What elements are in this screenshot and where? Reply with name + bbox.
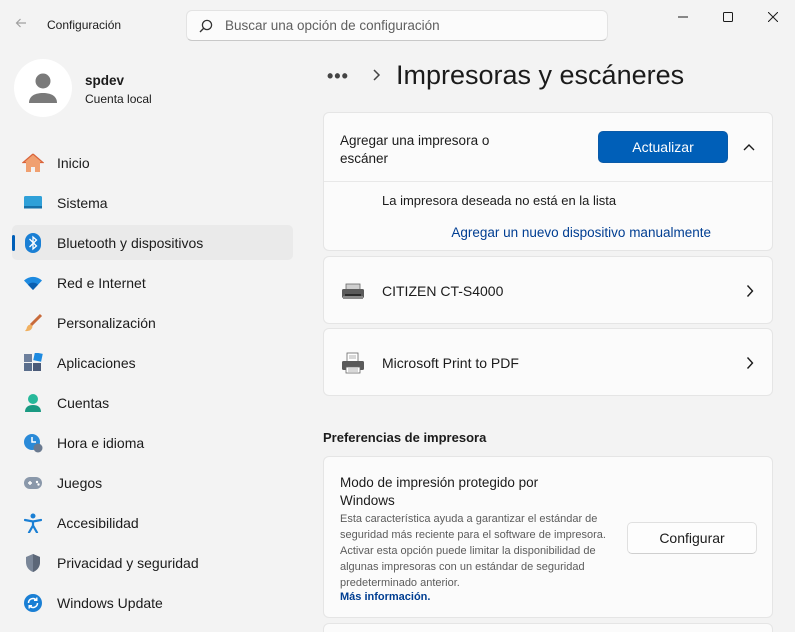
chevron-up-icon (743, 144, 755, 151)
search-icon (199, 19, 213, 32)
close-button[interactable] (750, 6, 795, 28)
sidebar-item-label: Red e Internet (57, 274, 146, 291)
sidebar-item-privacidad[interactable]: Privacidad y seguridad (12, 545, 293, 580)
not-listed-text: La impresora deseada no está en la lista (382, 193, 617, 208)
sidebar-item-accesibilidad[interactable]: Accesibilidad (12, 505, 293, 540)
sidebar-item-label: Aplicaciones (57, 354, 136, 371)
printer-row-pdf[interactable]: Microsoft Print to PDF (323, 328, 773, 396)
sidebar-item-aplicaciones[interactable]: Aplicaciones (12, 345, 293, 380)
back-button[interactable] (8, 10, 34, 36)
add-printer-card: Agregar una impresora o escáner Actualiz… (323, 112, 773, 251)
sidebar-item-label: Sistema (57, 194, 108, 211)
sidebar-item-label: Personalización (57, 314, 156, 331)
add-printer-title: Agregar una impresora o escáner (340, 133, 490, 166)
search-input[interactable]: Buscar una opción de configuración (225, 18, 440, 33)
app-title: Configuración (47, 18, 122, 32)
sidebar-item-label: Juegos (57, 474, 103, 491)
gamepad-icon (22, 472, 44, 494)
printer-name: CITIZEN CT-S4000 (382, 283, 504, 299)
divider (324, 181, 772, 182)
printer-row-citizen[interactable]: CITIZEN CT-S4000 (323, 256, 773, 324)
sidebar-item-label: Hora e idioma (57, 434, 145, 451)
sidebar-item-hora[interactable]: Hora e idioma (12, 425, 293, 460)
sidebar-item-personalizacion[interactable]: Personalización (12, 305, 293, 340)
accounts-icon (22, 392, 44, 414)
configure-button[interactable]: Configurar (627, 522, 757, 554)
brush-icon (22, 312, 44, 334)
pdf-printer-icon (341, 352, 365, 374)
printer-icon (341, 280, 365, 302)
sidebar-item-label: Windows Update (57, 594, 163, 611)
printer-name: Microsoft Print to PDF (382, 355, 519, 371)
maximize-icon (723, 12, 733, 22)
user-name: spdev (85, 73, 125, 88)
sidebar-item-label: Inicio (57, 154, 90, 171)
breadcrumb-more-button[interactable]: ••• (327, 66, 349, 87)
chevron-right-icon (746, 357, 754, 369)
sidebar-item-sistema[interactable]: Sistema (12, 185, 293, 220)
home-icon (22, 152, 44, 174)
sidebar-item-windows-update[interactable]: Windows Update (12, 585, 293, 620)
update-icon (22, 592, 44, 614)
chevron-right-icon (746, 285, 754, 297)
accessibility-icon (22, 512, 44, 534)
page-title: Impresoras y escáneres (396, 60, 685, 90)
sidebar-item-label: Bluetooth y dispositivos (57, 234, 204, 251)
sidebar-item-label: Accesibilidad (57, 514, 139, 531)
sidebar-item-label: Privacidad y seguridad (57, 554, 199, 571)
avatar[interactable] (14, 59, 72, 117)
search-box[interactable]: Buscar una opción de configuración (186, 10, 608, 41)
minimize-button[interactable] (660, 6, 706, 28)
refresh-button[interactable]: Actualizar (598, 131, 728, 163)
title-bar: Configuración Buscar una opción de confi… (0, 0, 795, 50)
add-manual-link[interactable]: Agregar un nuevo dispositivo manualmente (451, 225, 711, 240)
sidebar-item-cuentas[interactable]: Cuentas (12, 385, 293, 420)
next-card (323, 623, 773, 632)
account-type: Cuenta local (85, 92, 152, 106)
selection-indicator (12, 235, 15, 251)
collapse-button[interactable] (738, 138, 760, 156)
sidebar-item-label: Cuentas (57, 394, 110, 411)
system-icon (22, 192, 44, 214)
back-arrow-icon (15, 18, 26, 28)
user-avatar-icon (29, 73, 57, 103)
minimize-icon (678, 16, 688, 18)
apps-icon (22, 352, 44, 374)
time-language-icon (22, 432, 44, 454)
protected-mode-title: Modo de impresión protegido por Windows (340, 475, 539, 508)
sidebar-item-red[interactable]: Red e Internet (12, 265, 293, 300)
maximize-button[interactable] (705, 6, 751, 28)
more-info-link[interactable]: Más información. (340, 591, 430, 603)
protected-mode-description: Esta característica ayuda a garantizar e… (340, 513, 606, 589)
bluetooth-icon (22, 232, 44, 254)
protected-mode-card: Modo de impresión protegido por Windows … (323, 456, 773, 618)
sidebar-item-juegos[interactable]: Juegos (12, 465, 293, 500)
sidebar-item-inicio[interactable]: Inicio (12, 145, 293, 180)
sidebar-item-bluetooth[interactable]: Bluetooth y dispositivos (12, 225, 293, 260)
shield-icon (22, 552, 44, 574)
chevron-right-icon (373, 69, 381, 81)
close-icon (768, 12, 778, 22)
wifi-icon (22, 272, 44, 294)
section-title: Preferencias de impresora (323, 430, 487, 445)
